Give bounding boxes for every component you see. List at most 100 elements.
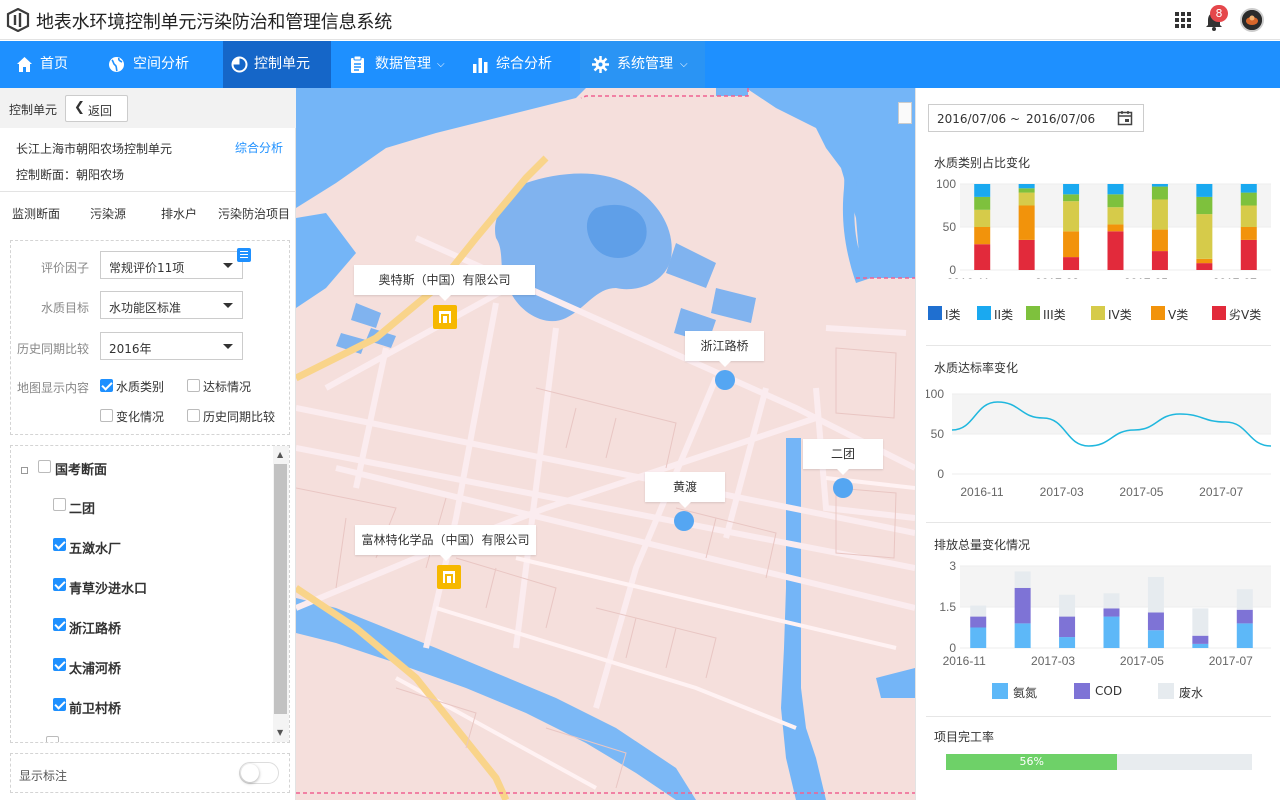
user-avatar[interactable] bbox=[1240, 8, 1264, 32]
bar-segment bbox=[1014, 623, 1031, 648]
tab-monitoring-section[interactable]: 监测断面 bbox=[12, 205, 60, 222]
tab-pollution-source[interactable]: 污染源 bbox=[90, 205, 126, 222]
nav-comprehensive[interactable]: 综合分析 bbox=[460, 41, 580, 88]
apps-grid-icon[interactable] bbox=[1175, 12, 1191, 28]
tab-drainage-user[interactable]: 排水户 bbox=[161, 205, 197, 222]
target-select[interactable]: 水功能区标准 bbox=[100, 291, 243, 319]
filter-panel: 评价因子 常规评价11项 水质目标 水功能区标准 历史同期比较 2016年 地图… bbox=[10, 240, 290, 435]
checkbox-tree-item[interactable] bbox=[53, 618, 66, 631]
legend-label[interactable]: V类 bbox=[1168, 306, 1188, 323]
checkbox-tree-item[interactable] bbox=[53, 498, 66, 511]
bar-segment bbox=[1063, 184, 1080, 195]
legend-label[interactable]: II类 bbox=[994, 306, 1013, 323]
scrollbar-thumb[interactable] bbox=[274, 464, 287, 714]
nav-home[interactable]: 首页 bbox=[0, 41, 90, 88]
back-button[interactable]: ❮ 返回 bbox=[65, 95, 128, 122]
nav-system-management[interactable]: 系统管理 ⌵ bbox=[580, 41, 705, 88]
y-tick-label: 0 bbox=[949, 263, 956, 277]
x-tick-label: 2016-11 bbox=[943, 654, 986, 668]
tree-item-label[interactable]: 二团 bbox=[69, 498, 95, 517]
x-tick-label: 2016-11 bbox=[960, 485, 1003, 499]
checkbox-compliance[interactable] bbox=[187, 379, 200, 392]
station-marker-icon[interactable] bbox=[674, 511, 694, 531]
option-label: 变化情况 bbox=[116, 410, 165, 424]
checkbox-change[interactable] bbox=[100, 409, 113, 422]
legend-swatch[interactable] bbox=[1074, 683, 1090, 699]
legend-swatch[interactable] bbox=[1151, 306, 1165, 320]
bar-segment bbox=[1240, 239, 1257, 270]
map-label-factory[interactable]: 富林特化学品（中国）有限公司 bbox=[355, 525, 536, 561]
station-marker-icon[interactable] bbox=[833, 478, 853, 498]
checkbox-tree-root[interactable] bbox=[38, 460, 51, 473]
checkbox-tree-item[interactable] bbox=[53, 698, 66, 711]
legend-label[interactable]: III类 bbox=[1043, 306, 1066, 323]
map-label-station[interactable]: 二团 bbox=[803, 439, 883, 475]
nav-control-unit[interactable]: 控制单元 bbox=[223, 41, 331, 88]
tree-item-label[interactable]: 前卫村桥 bbox=[69, 698, 121, 717]
progress-title: 项目完工率 bbox=[934, 730, 995, 744]
map-label-factory[interactable]: 奥特斯（中国）有限公司 bbox=[354, 265, 535, 301]
legend-label[interactable]: 劣V类 bbox=[1229, 306, 1261, 323]
option-label: 达标情况 bbox=[203, 380, 252, 394]
checkbox-history[interactable] bbox=[187, 409, 200, 422]
legend-swatch[interactable] bbox=[1026, 306, 1040, 320]
legend-label[interactable]: 氨氮 bbox=[1013, 684, 1037, 701]
factory-icon[interactable] bbox=[433, 305, 457, 329]
legend-swatch[interactable] bbox=[992, 683, 1008, 699]
tab-prevention-project[interactable]: 污染防治项目 bbox=[218, 205, 290, 222]
scroll-up-icon[interactable]: ▲ bbox=[277, 450, 283, 459]
bar-segment bbox=[974, 227, 991, 245]
breadcrumb-label: 控制单元 bbox=[9, 103, 58, 117]
calendar-icon[interactable] bbox=[1117, 110, 1133, 126]
top-bar: 地表水环境控制单元污染防治和管理信息系统 8 bbox=[0, 0, 1280, 40]
checkbox-water-class[interactable] bbox=[100, 379, 113, 392]
tree-item-label[interactable]: 五潋水厂 bbox=[69, 538, 121, 557]
legend-label[interactable]: COD bbox=[1095, 684, 1122, 698]
show-labels-label: 显示标注 bbox=[19, 769, 68, 783]
y-tick-label: 100 bbox=[926, 387, 944, 401]
show-labels-toggle[interactable] bbox=[239, 762, 279, 784]
option-label: 历史同期比较 bbox=[203, 410, 276, 424]
nav-data-management[interactable]: 数据管理 ⌵ bbox=[337, 41, 460, 88]
checkbox-tree-item[interactable] bbox=[53, 578, 66, 591]
list-icon[interactable] bbox=[237, 248, 251, 262]
bar-segment bbox=[1063, 201, 1080, 232]
legend-label[interactable]: 废水 bbox=[1179, 684, 1203, 701]
x-tick-label: 2017-05 bbox=[1119, 485, 1163, 499]
map-label-station[interactable]: 黄渡 bbox=[645, 472, 725, 508]
legend-swatch[interactable] bbox=[928, 306, 942, 320]
map-control-button[interactable] bbox=[898, 102, 912, 124]
map-label-station[interactable]: 浙江路桥 bbox=[685, 331, 764, 367]
bar-segment bbox=[1107, 207, 1124, 225]
bar-segment bbox=[1059, 637, 1076, 648]
y-tick-label: 0 bbox=[937, 467, 944, 481]
factor-select[interactable]: 常规评价11项 bbox=[100, 251, 243, 279]
bar-segment bbox=[1014, 571, 1031, 588]
legend-swatch[interactable] bbox=[1158, 683, 1174, 699]
factory-icon[interactable] bbox=[437, 565, 461, 589]
station-marker-icon[interactable] bbox=[715, 370, 735, 390]
checkbox-tree-item[interactable] bbox=[46, 736, 59, 742]
bar-segment bbox=[974, 196, 991, 210]
comprehensive-analysis-link[interactable]: 综合分析 bbox=[235, 139, 283, 156]
checkbox-tree-item[interactable] bbox=[53, 658, 66, 671]
y-tick-label: 1.5 bbox=[939, 600, 956, 614]
app-logo-icon bbox=[6, 8, 30, 32]
tree-item-label[interactable]: 青草沙进水口 bbox=[69, 578, 147, 597]
scroll-down-icon[interactable]: ▼ bbox=[277, 728, 283, 737]
tree-item-label[interactable]: 浙江路桥 bbox=[69, 618, 121, 637]
map-view[interactable]: 奥特斯（中国）有限公司 浙江路桥 二团 黄渡 富林特化学品（中国）有限公司 bbox=[296, 88, 915, 800]
history-select[interactable]: 2016年 bbox=[100, 332, 243, 360]
legend-label[interactable]: I类 bbox=[945, 306, 961, 323]
tree-collapse-icon[interactable] bbox=[21, 467, 28, 474]
date-range-picker[interactable]: 2016/07/06 ~ 2016/07/06 bbox=[928, 104, 1144, 132]
tree-item-label[interactable]: 太浦河桥 bbox=[69, 658, 121, 677]
legend-swatch[interactable] bbox=[1091, 306, 1105, 320]
legend-swatch[interactable] bbox=[977, 306, 991, 320]
legend-label[interactable]: IV类 bbox=[1108, 306, 1132, 323]
checkbox-tree-item[interactable] bbox=[53, 538, 66, 551]
bar-segment bbox=[1196, 258, 1213, 264]
nav-spatial[interactable]: 空间分析 bbox=[90, 41, 220, 88]
bar-segment bbox=[1063, 194, 1080, 202]
legend-swatch[interactable] bbox=[1212, 306, 1226, 320]
